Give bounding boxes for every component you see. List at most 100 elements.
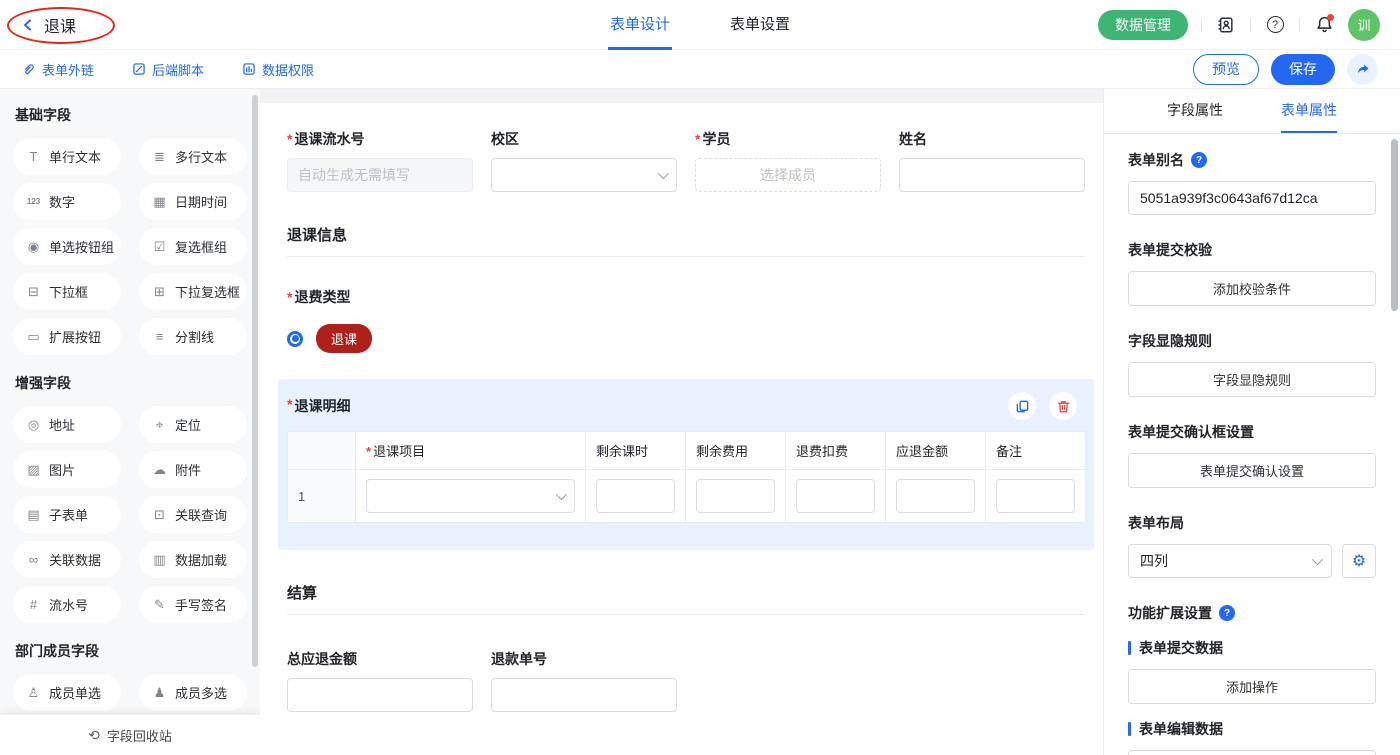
refund-order-number-input[interactable]: [491, 678, 677, 712]
preview-button[interactable]: 预览: [1193, 54, 1259, 85]
remaining-fee-input[interactable]: [696, 479, 775, 513]
field-pill-divider[interactable]: ≡分割线: [139, 318, 247, 355]
help-icon[interactable]: ?: [1191, 152, 1207, 168]
add-edit-action-button[interactable]: 添加操作: [1128, 750, 1376, 755]
field-refund-type[interactable]: *退费类型 退课: [287, 287, 1085, 353]
extension-settings-section: 功能扩展设置? 表单提交数据 添加操作 表单编辑数据 添加操作: [1128, 603, 1376, 755]
button-icon: ▭: [26, 329, 41, 345]
field-pill-datetime[interactable]: ▦日期时间: [139, 183, 247, 220]
row-index: 1: [288, 470, 356, 523]
bar-chart-icon: ▥: [152, 552, 167, 568]
tab-form-settings[interactable]: 表单设置: [728, 0, 792, 50]
submit-validation-section: 表单提交校验 添加校验条件: [1128, 240, 1376, 306]
field-campus[interactable]: 校区: [491, 129, 677, 192]
field-pill-subform[interactable]: ▤子表单: [13, 496, 121, 533]
address-book-icon[interactable]: [1215, 14, 1237, 36]
refund-type-option-badge[interactable]: 退课: [316, 324, 372, 353]
delete-button[interactable]: [1049, 392, 1077, 420]
data-manage-button[interactable]: 数据管理: [1098, 10, 1188, 40]
form-toolbar: 表单外链 后端脚本 数据权限 预览 保存: [0, 50, 1400, 89]
form-layout-select[interactable]: 四列: [1128, 544, 1332, 578]
field-pill-data-load[interactable]: ▥数据加载: [139, 541, 247, 578]
field-pill-member-multi[interactable]: ♟成员多选: [139, 674, 247, 711]
submit-confirm-setting-button[interactable]: 表单提交确认设置: [1128, 453, 1376, 488]
trash-icon: [1056, 399, 1071, 414]
remark-input[interactable]: [996, 479, 1075, 513]
col-refund-deduction: 退费扣费: [786, 432, 886, 470]
single-line-text-icon: T: [26, 149, 41, 164]
tab-field-properties[interactable]: 字段属性: [1167, 89, 1223, 133]
section-title-settlement: 结算: [287, 582, 1085, 603]
field-pill-geolocation[interactable]: ⌖定位: [139, 406, 247, 443]
form-layout-section: 表单布局 四列 ⚙: [1128, 513, 1376, 578]
field-pill-number[interactable]: 123数字: [13, 183, 121, 220]
add-validation-button[interactable]: 添加校验条件: [1128, 271, 1376, 306]
form-alias-input[interactable]: [1128, 181, 1376, 215]
properties-panel: 字段属性 表单属性 表单别名? 表单提交校验 添加校验条件 字段显隐规则 字段显…: [1103, 89, 1400, 755]
copy-button[interactable]: [1008, 392, 1036, 420]
tab-form-design[interactable]: 表单设计: [608, 0, 672, 50]
subform-table: *退课项目 剩余课时 剩余费用 退费扣费 应退金额 备注 1: [287, 431, 1086, 523]
share-button[interactable]: [1347, 54, 1378, 85]
field-pill-single-line-text[interactable]: T单行文本: [13, 138, 121, 175]
field-pill-extend-button[interactable]: ▭扩展按钮: [13, 318, 121, 355]
help-icon[interactable]: ?: [1219, 605, 1235, 621]
toolbar-actions: 预览 保存: [1193, 54, 1378, 85]
field-pill-checkbox-group[interactable]: ☑复选框组: [139, 228, 247, 265]
col-refund-item: *退课项目: [356, 432, 586, 470]
field-pill-serial-number[interactable]: #流水号: [13, 586, 121, 623]
radio-selected[interactable]: [287, 331, 303, 347]
field-pill-multi-line-text[interactable]: ≣多行文本: [139, 138, 247, 175]
field-pill-radio-group[interactable]: ◉单选按钮组: [13, 228, 121, 265]
help-icon[interactable]: ?: [1264, 14, 1286, 36]
chevron-down-icon: [658, 168, 669, 179]
backend-script-button[interactable]: 后端脚本: [132, 60, 204, 79]
student-member-picker[interactable]: 选择成员: [695, 158, 881, 192]
field-pill-linked-query[interactable]: ⊡关联查询: [139, 496, 247, 533]
field-pill-address[interactable]: ◎地址: [13, 406, 121, 443]
save-button[interactable]: 保存: [1271, 54, 1335, 85]
layout-settings-button[interactable]: ⚙: [1342, 544, 1376, 578]
tab-form-properties[interactable]: 表单属性: [1281, 89, 1337, 133]
sidebar-scrollbar[interactable]: [252, 95, 258, 667]
field-pill-signature[interactable]: ✎手写签名: [139, 586, 247, 623]
back-button[interactable]: 退课: [20, 0, 76, 49]
subform-refund-detail[interactable]: *退课明细: [278, 379, 1094, 550]
linked-query-icon: ⊡: [152, 507, 167, 523]
remaining-hours-input[interactable]: [596, 479, 675, 513]
share-arrow-icon: [1355, 61, 1371, 77]
field-pill-member-single[interactable]: ♙成员单选: [13, 674, 121, 711]
avatar[interactable]: 训: [1348, 9, 1380, 41]
field-visibility-rule-button[interactable]: 字段显隐规则: [1128, 362, 1376, 397]
field-refund-serial[interactable]: *退课流水号: [287, 129, 473, 192]
notification-bell-icon[interactable]: [1313, 14, 1335, 36]
refund-amount-input[interactable]: [896, 479, 975, 513]
data-permission-button[interactable]: 数据权限: [242, 60, 314, 79]
field-refund-order-number[interactable]: 退款单号: [491, 649, 677, 712]
external-link-button[interactable]: 表单外链: [22, 60, 94, 79]
field-name[interactable]: 姓名: [899, 129, 1085, 192]
subform-header-row: *退课项目 剩余课时 剩余费用 退费扣费 应退金额 备注: [288, 432, 1086, 470]
total-refund-amount-input[interactable]: [287, 678, 473, 712]
field-pill-dropdown[interactable]: ⊟下拉框: [13, 273, 121, 310]
divider: [1250, 18, 1251, 32]
chevron-down-icon: [556, 489, 567, 500]
field-student[interactable]: *学员 选择成员: [695, 129, 881, 192]
field-pill-attachment[interactable]: ☁附件: [139, 451, 247, 488]
header-actions: 数据管理 ? 训: [1098, 0, 1380, 49]
name-input[interactable]: [899, 158, 1085, 192]
refund-deduction-input[interactable]: [796, 479, 875, 513]
field-total-refund-amount[interactable]: 总应退金额: [287, 649, 473, 712]
field-recycle-bin-button[interactable]: ⟲ 字段回收站: [0, 715, 260, 755]
field-pill-multi-dropdown[interactable]: ⊞下拉复选框: [139, 273, 247, 310]
chevron-down-icon: [1312, 554, 1323, 565]
field-pill-linked-data[interactable]: ∞关联数据: [13, 541, 121, 578]
refund-item-select[interactable]: [366, 479, 575, 513]
add-submit-action-button[interactable]: 添加操作: [1128, 669, 1376, 704]
campus-select[interactable]: [491, 158, 677, 192]
refund-serial-input[interactable]: [287, 158, 473, 192]
field-pill-image[interactable]: ▨图片: [13, 451, 121, 488]
divider-icon: ≡: [152, 329, 167, 344]
panel-scrollbar[interactable]: [1391, 139, 1398, 311]
field-sidebar: 基础字段 T单行文本 ≣多行文本 123数字 ▦日期时间 ◉单选按钮组 ☑复选框…: [0, 89, 260, 755]
